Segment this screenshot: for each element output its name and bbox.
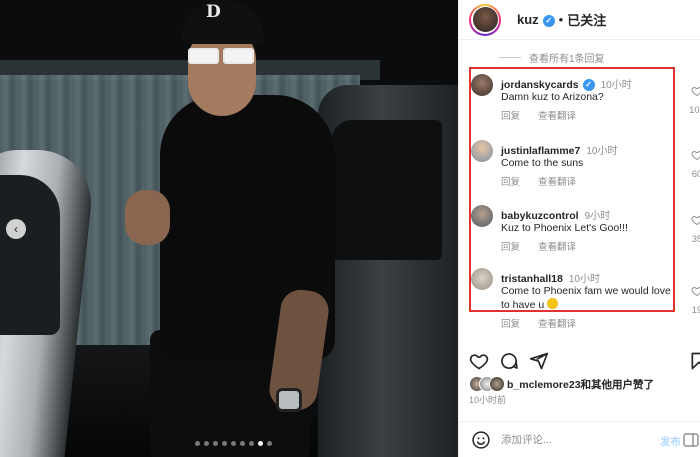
reply-button[interactable]: 回复 bbox=[501, 319, 520, 330]
post-side-panel: kuz ✓ • 已关注 查看所有1条回复 jordanskycards ✓ 10小时 … bbox=[458, 0, 700, 457]
avatar bbox=[489, 376, 505, 392]
carousel-dot bbox=[204, 441, 209, 446]
heart-icon[interactable] bbox=[691, 285, 700, 297]
following-button[interactable]: 已关注 bbox=[567, 10, 606, 29]
sunglasses bbox=[188, 48, 254, 64]
comment-actions: 回复 查看翻译 bbox=[501, 108, 576, 122]
comment-time: 9小时 bbox=[584, 211, 611, 222]
comment-text: Come to Phoenix fam we would love to hav… bbox=[501, 285, 671, 311]
carousel-dot bbox=[195, 441, 200, 446]
likes-summary: b_mclemore23和其他用户赞了 bbox=[469, 376, 654, 392]
comment-actions: 回复 查看翻译 bbox=[501, 174, 576, 188]
avatar[interactable] bbox=[469, 3, 501, 36]
avatar[interactable] bbox=[471, 140, 493, 162]
carousel-dot bbox=[258, 441, 263, 446]
verified-badge-icon: ✓ bbox=[582, 79, 595, 92]
comment-username[interactable]: tristanhall18 10小时 bbox=[501, 270, 600, 285]
comment-time: 10小时 bbox=[586, 146, 618, 157]
carousel-dot bbox=[249, 441, 254, 446]
comment-text: Come to the suns bbox=[501, 157, 584, 169]
comment-icon[interactable] bbox=[499, 351, 519, 371]
like-count: 106 bbox=[689, 105, 700, 116]
comment-input[interactable] bbox=[501, 433, 641, 446]
carousel-dots bbox=[195, 441, 272, 446]
reply-button[interactable]: 回复 bbox=[501, 177, 520, 188]
view-all-replies[interactable]: 查看所有1条回复 bbox=[499, 50, 605, 65]
avatar[interactable] bbox=[471, 205, 493, 227]
post-photo[interactable]: D ‹ bbox=[0, 0, 458, 457]
separator-dot: • bbox=[558, 12, 564, 27]
comment-username[interactable]: babykuzcontrol 9小时 bbox=[501, 207, 610, 222]
avatar[interactable] bbox=[471, 268, 493, 290]
carousel-dot bbox=[267, 441, 272, 446]
carousel-dot bbox=[231, 441, 236, 446]
white-car-window bbox=[0, 175, 60, 335]
reply-button[interactable]: 回复 bbox=[501, 111, 520, 122]
wristwatch bbox=[276, 388, 302, 412]
see-translation-button[interactable]: 查看翻译 bbox=[538, 177, 576, 188]
cap-logo: D bbox=[206, 2, 221, 22]
heart-icon[interactable] bbox=[691, 85, 700, 97]
reply-line-divider bbox=[499, 57, 521, 58]
see-translation-button[interactable]: 查看翻译 bbox=[538, 111, 576, 122]
comment-actions: 回复 查看翻译 bbox=[501, 239, 576, 253]
comment-actions: 回复 查看翻译 bbox=[501, 316, 576, 330]
comment-text: Damn kuz to Arizona? bbox=[501, 91, 604, 103]
bookmark-icon[interactable] bbox=[689, 351, 700, 371]
verified-badge-icon: ✓ bbox=[542, 14, 555, 27]
baseball-cap bbox=[182, 0, 264, 44]
comment-like: 19 bbox=[687, 284, 700, 316]
avatar[interactable] bbox=[471, 74, 493, 96]
view-replies-label: 查看所有1条回复 bbox=[529, 54, 605, 65]
comment-like: 60 bbox=[687, 148, 700, 180]
carousel-dot bbox=[240, 441, 245, 446]
author-username[interactable]: kuz ✓ bbox=[517, 12, 555, 27]
comment-username[interactable]: justinlaflamme7 10小时 bbox=[501, 142, 618, 157]
post-timestamp: 10小时前 bbox=[469, 395, 507, 405]
sidebar-toggle-icon[interactable] bbox=[683, 432, 699, 448]
post-header: kuz ✓ • 已关注 bbox=[459, 0, 700, 40]
post-action-bar bbox=[469, 351, 700, 371]
person-left-hand bbox=[125, 190, 170, 245]
comment-like: 35 bbox=[687, 213, 700, 245]
like-count: 60 bbox=[691, 169, 700, 180]
heart-icon[interactable] bbox=[691, 149, 700, 161]
liker-avatars[interactable] bbox=[469, 376, 505, 392]
comment-text: Kuz to Phoenix Let's Goo!!! bbox=[501, 222, 628, 234]
like-count: 35 bbox=[691, 234, 700, 245]
comment-like: 106 bbox=[687, 84, 700, 116]
dark-car-window bbox=[332, 120, 442, 260]
heart-icon[interactable] bbox=[691, 214, 700, 226]
see-translation-button[interactable]: 查看翻译 bbox=[538, 242, 576, 253]
carousel-dot bbox=[213, 441, 218, 446]
emoji-icon[interactable] bbox=[471, 430, 491, 450]
post-comment-button[interactable]: 发布 bbox=[660, 434, 681, 449]
sun-emoji-icon bbox=[547, 298, 559, 309]
heart-icon[interactable] bbox=[469, 351, 489, 371]
likes-text[interactable]: b_mclemore23和其他用户赞了 bbox=[507, 377, 654, 392]
like-count: 19 bbox=[691, 305, 700, 316]
comment-username[interactable]: jordanskycards ✓ 10小时 bbox=[501, 76, 632, 92]
chevron-left-icon[interactable]: ‹ bbox=[6, 219, 26, 239]
see-translation-button[interactable]: 查看翻译 bbox=[538, 319, 576, 330]
comment-time: 10小时 bbox=[568, 274, 600, 285]
reply-button[interactable]: 回复 bbox=[501, 242, 520, 253]
carousel-dot bbox=[222, 441, 227, 446]
comment-time: 10小时 bbox=[600, 80, 632, 91]
share-icon[interactable] bbox=[529, 351, 549, 371]
add-comment-bar: 发布 bbox=[459, 421, 700, 457]
